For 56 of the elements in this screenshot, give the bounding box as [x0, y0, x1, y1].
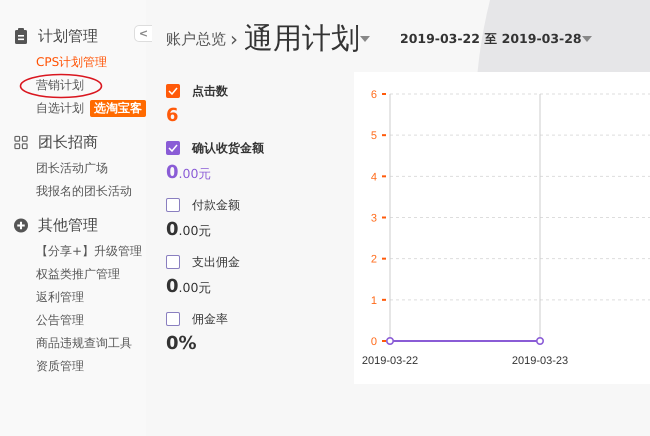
y-tick: 5: [370, 130, 386, 142]
metric-label: 付款金额: [192, 196, 240, 214]
y-tick: 2: [370, 254, 386, 266]
plus-circle-icon: [14, 218, 28, 232]
metric-value: 0%: [166, 332, 197, 356]
metric-label: 确认收货金额: [192, 140, 264, 156]
collapse-button[interactable]: <: [134, 25, 152, 42]
metric-checkbox[interactable]: [166, 198, 180, 212]
x-tick-label: 2019-03-22: [362, 355, 418, 367]
sidebar-item[interactable]: 自选计划: [36, 97, 84, 120]
metric-checkbox[interactable]: [166, 141, 180, 155]
caret-icon[interactable]: [360, 36, 370, 42]
y-tick: 4: [370, 171, 386, 184]
metric-value: 0.00元: [166, 161, 212, 185]
y-tick-label: 2: [370, 254, 377, 266]
y-tick-label: 6: [370, 89, 377, 101]
data-point: [536, 337, 544, 345]
plan-title[interactable]: 通用计划: [244, 19, 360, 59]
sidebar-badge: 选淘宝客: [90, 100, 146, 117]
metric-checkbox[interactable]: [166, 255, 180, 269]
sidebar-item[interactable]: 商品违规查询工具: [36, 332, 132, 355]
sidebar-group-title[interactable]: 团长招商: [38, 132, 98, 152]
metric-value: 0.00元: [166, 275, 212, 299]
y-tick: 0: [370, 336, 386, 348]
date-range-selector[interactable]: 2019-03-22 至 2019-03-28: [400, 30, 592, 48]
grid-icon: [14, 134, 28, 150]
sidebar-item[interactable]: 权益类推广管理: [36, 263, 120, 286]
y-tick-label: 5: [370, 130, 377, 142]
x-tick-label: 2019-03-23: [512, 355, 568, 367]
y-tick-label: 4: [370, 171, 377, 184]
metric-value: 0.00元: [166, 218, 212, 242]
breadcrumb-link[interactable]: 账户总览: [166, 30, 226, 48]
sidebar-item[interactable]: 团长活动广场: [36, 157, 108, 180]
y-tick-label: 1: [370, 294, 377, 307]
y-tick: 3: [370, 212, 386, 224]
sidebar-group-title[interactable]: 计划管理: [38, 26, 98, 46]
metric-checkbox[interactable]: [166, 84, 180, 98]
metric-value: 6: [166, 104, 179, 128]
y-tick-label: 0: [370, 336, 377, 348]
y-tick: 6: [370, 89, 386, 101]
metric-label: 支出佣金: [192, 254, 240, 270]
sidebar-item[interactable]: 我报名的团长活动: [36, 180, 132, 203]
y-tick: 1: [370, 294, 386, 307]
sidebar-item[interactable]: 资质管理: [36, 355, 84, 378]
metric-checkbox[interactable]: [166, 312, 180, 326]
metric-label: 佣金率: [192, 310, 228, 328]
sidebar-item[interactable]: 公告管理: [36, 309, 84, 332]
data-point: [386, 337, 394, 345]
sidebar-item[interactable]: 【分享+】升级管理: [36, 240, 142, 263]
y-tick-label: 3: [370, 212, 377, 224]
sidebar-item[interactable]: 返利管理: [36, 286, 84, 309]
breadcrumb-separator: ›: [230, 27, 238, 51]
metric-label: 点击数: [192, 82, 228, 100]
clipboard-icon: [15, 28, 27, 44]
sidebar-group-title[interactable]: 其他管理: [38, 216, 98, 234]
caret-icon: [582, 36, 592, 42]
